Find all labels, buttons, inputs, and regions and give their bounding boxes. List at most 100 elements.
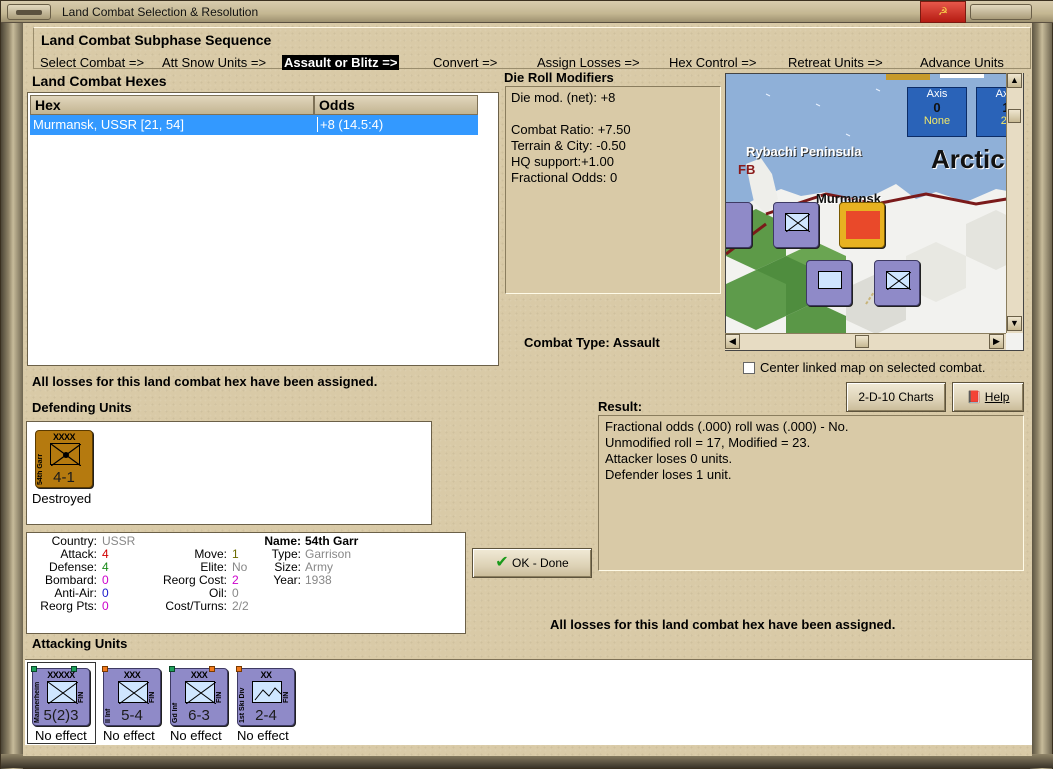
scroll-left-icon[interactable]: ◀ xyxy=(725,334,740,349)
year-label: Year: xyxy=(273,573,301,587)
map-counter-ii-inf[interactable] xyxy=(874,260,920,306)
combat-type-label: Combat Type: xyxy=(524,335,610,350)
frame-right xyxy=(1030,23,1052,769)
reorgpts-label: Reorg Pts: xyxy=(40,599,97,613)
content-area: Land Combat Subphase Sequence Select Com… xyxy=(23,23,1032,756)
scroll-thumb-horizontal[interactable] xyxy=(855,335,869,348)
attacking-unit-status: No effect xyxy=(170,728,222,743)
step-advance-units: Advance Units xyxy=(920,55,1004,70)
land-combat-hexes-title: Land Combat Hexes xyxy=(32,73,167,89)
step-select-combat: Select Combat => xyxy=(40,55,145,70)
ski-infantry-icon xyxy=(818,271,842,289)
axis-panel-value: 0 xyxy=(933,100,941,115)
scroll-up-icon[interactable]: ▲ xyxy=(1007,73,1022,88)
result-line: Unmodified roll = 17, Modified = 23. xyxy=(605,435,811,450)
axis-panel-sub: None xyxy=(923,115,951,127)
country-value: USSR xyxy=(102,534,136,548)
odds-cell: +8 (14.5:4) xyxy=(317,117,383,132)
unit-details-panel: Country: Attack: Defense: Bombard: Anti-… xyxy=(26,532,466,634)
attacking-units-panel: XXXXX Mannerheim FIN 5(2)3 No effect XXX… xyxy=(25,659,1032,745)
die-roll-modifiers-panel: Die mod. (net): +8 Combat Ratio: +7.50 T… xyxy=(505,86,721,294)
modifier-list: Die mod. (net): +8 Combat Ratio: +7.50 T… xyxy=(511,90,631,186)
map-counter-murmansk-defender[interactable] xyxy=(839,202,885,248)
costturns-label: Cost/Turns: xyxy=(165,599,227,613)
window-menu-icon[interactable] xyxy=(7,4,51,20)
attacking-unit-status: No effect xyxy=(35,728,87,743)
die-roll-modifiers-title: Die Roll Modifiers xyxy=(504,70,614,85)
step-att-snow-units: Att Snow Units => xyxy=(162,55,267,70)
stat-labels-col2: Move: Elite: Reorg Cost: Oil: Cost/Turns… xyxy=(137,548,227,613)
table-row[interactable]: Murmansk, USSR [21, 54] +8 (14.5:4) xyxy=(30,115,478,135)
map-counter-mannerheim[interactable] xyxy=(773,202,819,248)
map-horizontal-scrollbar[interactable]: ◀ ▶ xyxy=(725,333,1006,350)
step-convert: Convert => xyxy=(433,55,498,70)
result-line: Defender loses 1 unit. xyxy=(605,467,732,482)
infantry-icon xyxy=(785,213,810,232)
stat-values-col3: 54th Garr Garrison Army 1938 xyxy=(305,535,405,587)
attacking-unit-status: No effect xyxy=(237,728,289,743)
year-value: 1938 xyxy=(305,573,332,587)
help-button[interactable]: 📕 Help xyxy=(952,382,1024,412)
step-assign-losses: Assign Losses => xyxy=(537,55,640,70)
combat-type-value: Assault xyxy=(612,335,660,350)
infantry-icon xyxy=(886,271,911,290)
step-hex-control: Hex Control => xyxy=(669,55,757,70)
linked-map[interactable]: Rybachi Peninsula Arctic FB Murmansk Axi… xyxy=(725,73,1024,351)
hex-table[interactable]: Hex Odds Murmansk, USSR [21, 54] +8 (14.… xyxy=(27,92,499,366)
column-header-hex[interactable]: Hex xyxy=(30,95,314,115)
help-label: Help xyxy=(984,390,1010,404)
unit-nation: FIN xyxy=(216,691,223,703)
window-title: Land Combat Selection & Resolution xyxy=(62,5,259,19)
land-combat-window: Land Combat Selection & Resolution ☭ Lan… xyxy=(0,0,1053,769)
charts-label: 2-D-10 Charts xyxy=(858,390,934,404)
scroll-right-icon[interactable]: ▶ xyxy=(989,334,1004,349)
title-bar[interactable]: Land Combat Selection & Resolution ☭ xyxy=(1,1,1053,23)
modifier-line: HQ support:+1.00 xyxy=(511,154,614,169)
result-title: Result: xyxy=(598,399,643,414)
axis-panel-title: Axis xyxy=(926,88,948,100)
book-icon: 📕 xyxy=(966,390,982,404)
unit-nation: FIN xyxy=(78,691,85,703)
combat-type: Combat Type: Assault xyxy=(524,335,660,350)
unit-nation: FIN xyxy=(283,691,290,703)
infantry-icon xyxy=(185,681,216,704)
window-control-icon[interactable] xyxy=(970,4,1032,20)
center-map-option[interactable]: Center linked map on selected combat. xyxy=(743,360,985,375)
unit-strength: 4-1 xyxy=(53,469,75,486)
attacking-unit-counter[interactable]: XXXXX Mannerheim FIN 5(2)3 xyxy=(31,666,90,726)
map-vertical-scrollbar[interactable]: ▲ ▼ xyxy=(1006,73,1023,333)
map-label-fb: FB xyxy=(738,162,756,177)
map-label-peninsula: Rybachi Peninsula xyxy=(746,144,862,159)
frame-bottom xyxy=(1,754,1053,768)
scroll-thumb-vertical[interactable] xyxy=(1008,109,1021,123)
bottom-status-message: All losses for this land combat hex have… xyxy=(550,617,896,632)
subphase-title: Land Combat Subphase Sequence xyxy=(41,32,272,48)
unit-nation: FIN xyxy=(149,691,156,703)
scroll-down-icon[interactable]: ▼ xyxy=(1007,316,1022,331)
hex-cell: Murmansk, USSR [21, 54] xyxy=(33,117,184,132)
defending-unit-counter[interactable]: XXXX 54th Garr 4-1 xyxy=(35,430,93,488)
center-map-label: Center linked map on selected combat. xyxy=(760,360,986,375)
infantry-icon xyxy=(118,681,149,704)
stat-labels-col1: Country: Attack: Defense: Bombard: Anti-… xyxy=(27,535,97,613)
map-counter-partial[interactable] xyxy=(726,202,752,248)
ok-done-button[interactable]: ✔ OK - Done xyxy=(472,548,592,578)
charts-button[interactable]: 2-D-10 Charts xyxy=(846,382,946,412)
ski-infantry-icon xyxy=(252,681,282,703)
defending-units-panel: XXXX 54th Garr 4-1 Destroyed xyxy=(26,421,432,525)
infantry-icon xyxy=(47,681,78,704)
unit-strength: 5(2)3 xyxy=(43,707,79,724)
map-label-arctic: Arctic xyxy=(931,144,1005,174)
attacking-unit-counter[interactable]: XXX II Inf FIN 5-4 xyxy=(102,666,161,726)
unit-strength: 6-3 xyxy=(188,707,210,724)
modifier-line: Combat Ratio: +7.50 xyxy=(511,122,631,137)
close-button[interactable]: ☭ xyxy=(920,1,966,23)
column-header-odds[interactable]: Odds xyxy=(314,95,478,115)
step-assault-or-blitz: Assault or Blitz => xyxy=(282,55,400,70)
attacking-unit-counter[interactable]: XX 1st Ski Div FIN 2-4 xyxy=(236,666,295,726)
result-line: Attacker loses 0 units. xyxy=(605,451,733,466)
center-map-checkbox[interactable] xyxy=(743,362,755,374)
defending-units-title: Defending Units xyxy=(32,400,132,415)
attacking-unit-counter[interactable]: XXX Gd Inf FIN 6-3 xyxy=(169,666,228,726)
map-counter-ski[interactable] xyxy=(806,260,852,306)
